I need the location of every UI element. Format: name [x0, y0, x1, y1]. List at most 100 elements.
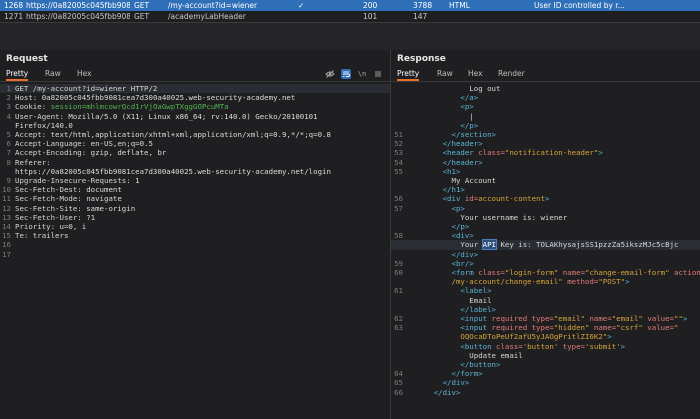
code-line[interactable]: 51 </section> — [391, 130, 700, 139]
line-content: Update email — [469, 351, 522, 360]
code-line[interactable]: 62 <input required type="email" name="ema… — [391, 314, 700, 323]
code-line[interactable]: 65 </div> — [391, 378, 700, 387]
history-host: https://0a82005c045fbb908... — [26, 12, 130, 21]
html-tag: <form — [451, 268, 479, 277]
line-number: 10 — [2, 185, 11, 195]
code-line[interactable]: 4 User-Agent: Mozilla/5.0 (X11; Linux x86… — [0, 112, 390, 121]
response-tabs: Pretty Raw Hex Render — [391, 68, 700, 81]
code-line[interactable]: </div> — [391, 250, 700, 259]
line-content: <p> — [452, 204, 465, 213]
line-number: 5 — [6, 130, 11, 139]
code-line[interactable]: 63 <input required type="hidden" name="cs… — [391, 323, 700, 332]
code-line[interactable]: 59 <br/> — [391, 259, 700, 268]
code-line[interactable]: </h1> — [391, 185, 700, 194]
tab-render[interactable]: Render — [498, 68, 525, 81]
code-line[interactable]: 8 Referer: — [0, 158, 390, 167]
code-line[interactable]: Your username is: wiener — [391, 213, 700, 222]
code-line[interactable]: 2 Host: 0a82005c045fbb9081cea7d300a40025.… — [0, 93, 390, 102]
tab-raw[interactable]: Raw — [45, 68, 61, 81]
code-line[interactable]: My Account — [391, 176, 700, 185]
wrap-icon[interactable] — [341, 69, 351, 79]
tab-pretty[interactable]: Pretty — [6, 68, 29, 81]
html-tag: > — [620, 341, 626, 351]
code-line[interactable]: 66 </div> — [391, 388, 700, 397]
attribute-value: "hidden" — [553, 323, 594, 333]
code-line[interactable]: https://0a82005c045fbb9081cea7d300a40025… — [0, 167, 390, 176]
code-line[interactable]: /my-account/change-email" method="POST"> — [391, 277, 700, 286]
response-editor[interactable]: Log out </a> <p> | </p> 51 </section> 52 </heade… — [391, 84, 700, 419]
splitter-bar[interactable] — [0, 23, 700, 50]
code-line[interactable]: 60 <form class="login-form" name="change-… — [391, 268, 700, 277]
html-attribute: class= — [478, 268, 505, 277]
html-tag: <button — [460, 341, 496, 351]
code-line[interactable]: 54 </header> — [391, 158, 700, 167]
code-line[interactable]: 17 — [0, 250, 390, 259]
code-line[interactable]: </p> — [391, 121, 700, 130]
header-name: Cookie: — [15, 102, 51, 112]
line-content: Priority: u=0, i — [15, 222, 86, 231]
html-tag: </button> — [460, 360, 501, 369]
code-line[interactable]: 56 <div id=account-content> — [391, 194, 700, 203]
tab-pretty[interactable]: Pretty — [397, 68, 420, 81]
line-number: 13 — [2, 212, 11, 222]
code-line[interactable]: 9 Upgrade-Insecure-Requests: 1 — [0, 176, 390, 185]
history-title: User ID controlled by r... — [534, 1, 625, 10]
code-line[interactable]: 15 Te: trailers — [0, 231, 390, 240]
code-line[interactable]: </button> — [391, 360, 700, 369]
line-content: </div> — [452, 250, 479, 259]
code-line[interactable]: 7 Accept-Encoding: gzip, deflate, br — [0, 148, 390, 157]
code-line[interactable]: 14 Priority: u=0, i — [0, 222, 390, 231]
code-line[interactable]: | — [391, 112, 700, 121]
code-line[interactable]: 1 GET /my-account?id=wiener HTTP/2 — [0, 84, 390, 94]
menu-icon[interactable] — [373, 69, 383, 79]
code-line[interactable]: Log out — [391, 84, 700, 93]
history-mime: HTML — [449, 1, 470, 10]
search-highlight: API — [481, 239, 498, 251]
header-value: trailers — [32, 231, 69, 241]
code-line[interactable]: 13 Sec-Fetch-User: ?1 — [0, 213, 390, 222]
attribute-value: /my-account/change-email" — [451, 277, 568, 287]
code-line[interactable]: 16 — [0, 240, 390, 249]
code-line[interactable]: </p> — [391, 222, 700, 231]
line-content: </div> — [443, 378, 470, 387]
attribute-value: "email" — [611, 314, 648, 323]
line-content: Sec-Fetch-Dest: document — [15, 185, 122, 194]
code-line[interactable]: 12 Sec-Fetch-Site: same-origin — [0, 204, 390, 213]
code-line[interactable]: 64 </form> — [391, 369, 700, 378]
line-content: Cookie: session=mhlmcowrQcd1rVjOaGwpTXgg… — [15, 102, 229, 111]
html-tag: </a> — [460, 93, 479, 103]
code-line[interactable]: Update email — [391, 351, 700, 360]
code-line[interactable]: 55 <h1> — [391, 167, 700, 176]
code-line[interactable]: 11 Sec-Fetch-Mode: navigate — [0, 194, 390, 203]
code-line[interactable]: 53 <header class="notification-header"> — [391, 148, 700, 157]
code-line[interactable]: 5 Accept: text/html,application/xhtml+xml… — [0, 130, 390, 139]
line-number: 12 — [2, 203, 11, 213]
code-line[interactable]: Firefox/140.0 — [0, 121, 390, 130]
eye-off-icon[interactable] — [325, 69, 335, 79]
code-line[interactable]: 57 <p> — [391, 204, 700, 213]
code-line[interactable]: OQOcaDToPeUf2afU5yJAOgPritlZI6K2"> — [391, 332, 700, 341]
history-row[interactable]: 1271 https://0a82005c045fbb908... GET /a… — [0, 11, 700, 22]
code-line[interactable]: Email — [391, 296, 700, 305]
code-line[interactable]: 3 Cookie: session=mhlmcowrQcd1rVjOaGwpTXg… — [0, 102, 390, 111]
code-line[interactable]: 6 Accept-Language: en-US,en;q=0.5 — [0, 139, 390, 148]
code-line[interactable]: <button class='button' type='submit'> — [391, 342, 700, 351]
history-status: 200 — [363, 1, 378, 10]
tab-hex[interactable]: Hex — [468, 68, 483, 81]
code-line[interactable]: <p> — [391, 102, 700, 111]
html-tag: <div — [442, 194, 465, 204]
code-line[interactable]: 61 <label> — [391, 286, 700, 295]
newline-icon[interactable]: \n — [357, 69, 367, 79]
code-line[interactable]: </label> — [391, 305, 700, 314]
code-line[interactable]: 10 Sec-Fetch-Dest: document — [0, 185, 390, 194]
code-line[interactable]: 58 <div> — [391, 231, 700, 240]
line-content: Host: 0a82005c045fbb9081cea7d300a40025.w… — [15, 93, 295, 102]
request-editor[interactable]: 1 GET /my-account?id=wiener HTTP/2 2 Host: … — [0, 84, 390, 419]
history-row-selected[interactable]: 1268 https://0a82005c045fbb908... GET /m… — [0, 0, 700, 11]
tab-hex[interactable]: Hex — [77, 68, 92, 81]
code-line[interactable]: 52 </header> — [391, 139, 700, 148]
tab-raw[interactable]: Raw — [437, 68, 453, 81]
code-line[interactable]: </a> — [391, 93, 700, 102]
code-line[interactable]: Your API Key is: TOLAKhysajsSS1pzzZa5iks… — [391, 239, 700, 251]
header-value: navigate — [86, 194, 122, 204]
